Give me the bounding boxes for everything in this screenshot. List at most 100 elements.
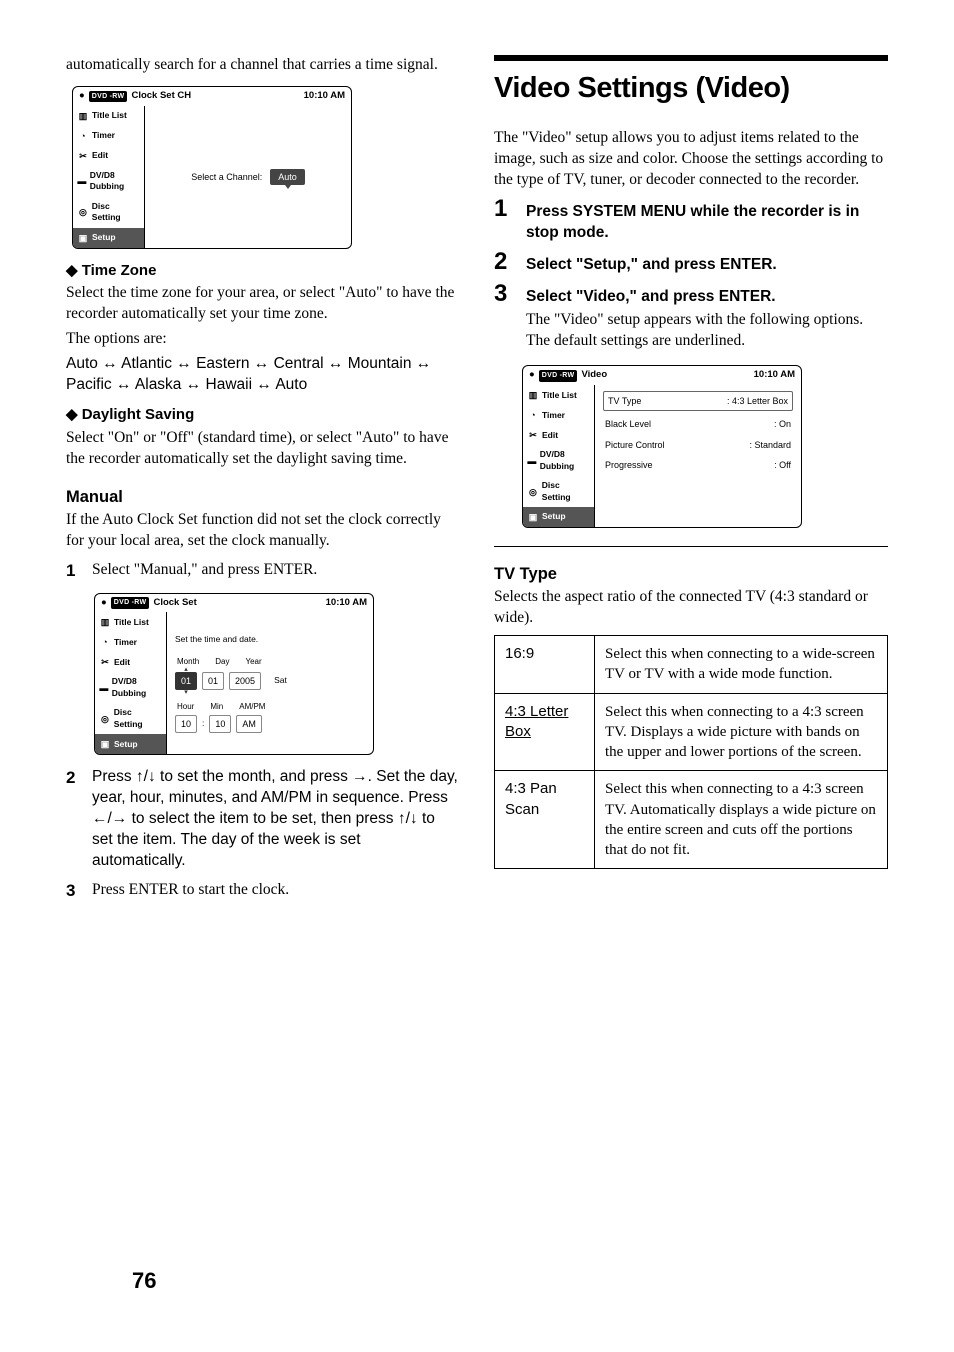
hour-field[interactable]: 10 <box>175 715 197 733</box>
sidebar-item-timer[interactable]: ◔Timer <box>73 126 144 146</box>
sidebar-item-edit[interactable]: ✂Edit <box>95 652 166 672</box>
big-step-3-num: 3 <box>494 282 512 306</box>
panel-time: 10:10 AM <box>754 369 795 382</box>
tvtype-16-9-label: 16:9 <box>495 636 595 694</box>
panel-time: 10:10 AM <box>304 90 345 103</box>
table-row: 16:9 Select this when connecting to a wi… <box>495 636 888 694</box>
tvtype-43ps-desc: Select this when connecting to a 4:3 scr… <box>595 771 888 869</box>
sidebar-item-setup[interactable]: ▣Setup <box>95 734 166 754</box>
camera-icon: ▬ <box>77 175 87 187</box>
step-2-text: Press ↑/↓ to set the month, and press →.… <box>92 767 458 872</box>
video-row-tvtype[interactable]: TV Type: 4:3 Letter Box <box>603 391 793 411</box>
table-row: 4:3 Pan Scan Select this when connecting… <box>495 771 888 869</box>
sidebar-item-title-list[interactable]: ▥Title List <box>73 106 144 126</box>
channel-auto-value[interactable]: Auto <box>270 169 305 185</box>
tz-body-2: The options are: <box>66 329 458 350</box>
panel-title: Video <box>581 369 607 382</box>
list-icon: ▥ <box>77 110 89 122</box>
tz-body-1: Select the time zone for your area, or s… <box>66 283 458 325</box>
step-1-num: 1 <box>66 560 80 583</box>
sidebar-item-dv-dubbing[interactable]: ▬DV/D8 Dubbing <box>95 672 166 703</box>
tvtype-43lb-desc: Select this when connecting to a 4:3 scr… <box>595 693 888 771</box>
sidebar-item-dv-dubbing[interactable]: ▬DV/D8 Dubbing <box>73 166 144 197</box>
tvtype-intro: Selects the aspect ratio of the connecte… <box>494 587 888 629</box>
year-label: Year <box>245 657 261 668</box>
tz-options: Auto ↔ Atlantic ↔ Eastern ↔ Central ↔ Mo… <box>66 354 458 396</box>
big-step-2-text: Select "Setup," and press ENTER. <box>526 255 888 276</box>
weekday-value: Sat <box>274 675 287 686</box>
clock-icon: ◔ <box>99 636 111 648</box>
video-intro: The "Video" setup allows you to adjust i… <box>494 128 888 191</box>
camera-icon: ▬ <box>99 682 109 694</box>
disc-icon: ● <box>79 90 85 103</box>
clock-set-ch-panel: ● DVD -RW Clock Set CH 10:10 AM ▥Title L… <box>72 86 352 249</box>
panel-time: 10:10 AM <box>326 597 367 610</box>
big-step-2-num: 2 <box>494 250 512 274</box>
sidebar-item-edit[interactable]: ✂Edit <box>73 146 144 166</box>
toolbox-icon: ▣ <box>527 511 539 523</box>
video-row-picturecontrol[interactable]: Picture Control: Standard <box>603 436 793 454</box>
disc-setting-icon: ◎ <box>99 713 111 725</box>
tvtype-16-9-desc: Select this when connecting to a wide-sc… <box>595 636 888 694</box>
sidebar-item-edit[interactable]: ✂Edit <box>523 425 594 445</box>
min-field[interactable]: 10 <box>209 715 231 733</box>
big-step-1-num: 1 <box>494 197 512 221</box>
tvtype-43lb-label: 4:3 Letter Box <box>495 693 595 771</box>
sidebar-item-timer[interactable]: ◔Timer <box>523 405 594 425</box>
disc-setting-icon: ◎ <box>77 206 89 218</box>
scissors-icon: ✂ <box>99 656 111 668</box>
disc-icon: ● <box>101 597 107 610</box>
page-title: Video Settings (Video) <box>494 69 888 108</box>
disc-icon: ● <box>529 369 535 382</box>
ampm-field[interactable]: AM <box>236 715 262 733</box>
set-time-date-label: Set the time and date. <box>175 634 365 645</box>
video-row-blacklevel[interactable]: Black Level: On <box>603 415 793 433</box>
sidebar-item-timer[interactable]: ◔Timer <box>95 632 166 652</box>
sidebar: ▥Title List ◔Timer ✂Edit ▬DV/D8 Dubbing … <box>73 106 145 248</box>
month-field[interactable]: 01 <box>175 672 197 690</box>
sidebar-item-setup[interactable]: ▣Setup <box>73 228 144 248</box>
year-field[interactable]: 2005 <box>229 672 261 690</box>
step-1-text: Select "Manual," and press ENTER. <box>92 560 458 583</box>
sidebar-item-dv-dubbing[interactable]: ▬DV/D8 Dubbing <box>523 445 594 476</box>
select-channel-label: Select a Channel: <box>191 171 262 183</box>
tvtype-43ps-label: 4:3 Pan Scan <box>495 771 595 869</box>
daylight-saving-heading: Daylight Saving <box>66 405 458 425</box>
sidebar-item-title-list[interactable]: ▥Title List <box>523 385 594 405</box>
intro-text: automatically search for a channel that … <box>66 55 458 76</box>
list-icon: ▥ <box>527 389 539 401</box>
clock-icon: ◔ <box>77 130 89 142</box>
manual-intro: If the Auto Clock Set function did not s… <box>66 510 458 552</box>
video-row-progressive[interactable]: Progressive: Off <box>603 456 793 474</box>
big-step-1-text: Press SYSTEM MENU while the recorder is … <box>526 202 888 244</box>
step-3-text: Press ENTER to start the clock. <box>92 880 458 903</box>
table-row: 4:3 Letter Box Select this when connecti… <box>495 693 888 771</box>
scissors-icon: ✂ <box>527 429 539 441</box>
sidebar-item-disc-setting[interactable]: ◎Disc Setting <box>523 476 594 507</box>
tvtype-table: 16:9 Select this when connecting to a wi… <box>494 635 888 869</box>
sidebar-item-disc-setting[interactable]: ◎Disc Setting <box>95 703 166 734</box>
disc-setting-icon: ◎ <box>527 486 539 498</box>
video-panel: ● DVD -RW Video 10:10 AM ▥Title List ◔Ti… <box>522 365 802 528</box>
clock-set-panel: ● DVD -RW Clock Set 10:10 AM ▥Title List… <box>94 593 374 756</box>
ampm-label: AM/PM <box>239 702 265 713</box>
day-field[interactable]: 01 <box>202 672 224 690</box>
day-label: Day <box>215 657 229 668</box>
sidebar-item-disc-setting[interactable]: ◎Disc Setting <box>73 197 144 228</box>
hour-label: Hour <box>177 702 194 713</box>
sidebar-item-setup[interactable]: ▣Setup <box>523 507 594 527</box>
sidebar-item-title-list[interactable]: ▥Title List <box>95 612 166 632</box>
clock-icon: ◔ <box>527 409 539 421</box>
dvdrw-badge: DVD -RW <box>89 91 128 102</box>
manual-heading: Manual <box>66 486 458 508</box>
section-divider <box>494 546 888 547</box>
time-zone-heading: Time Zone <box>66 261 458 281</box>
toolbox-icon: ▣ <box>77 232 89 244</box>
panel-title: Clock Set CH <box>131 90 191 103</box>
camera-icon: ▬ <box>527 455 537 467</box>
step-3-followup: The "Video" setup appears with the follo… <box>526 310 888 352</box>
toolbox-icon: ▣ <box>99 738 111 750</box>
dvdrw-badge: DVD -RW <box>111 597 150 608</box>
tvtype-heading: TV Type <box>494 563 888 585</box>
step-3-num: 3 <box>66 880 80 903</box>
